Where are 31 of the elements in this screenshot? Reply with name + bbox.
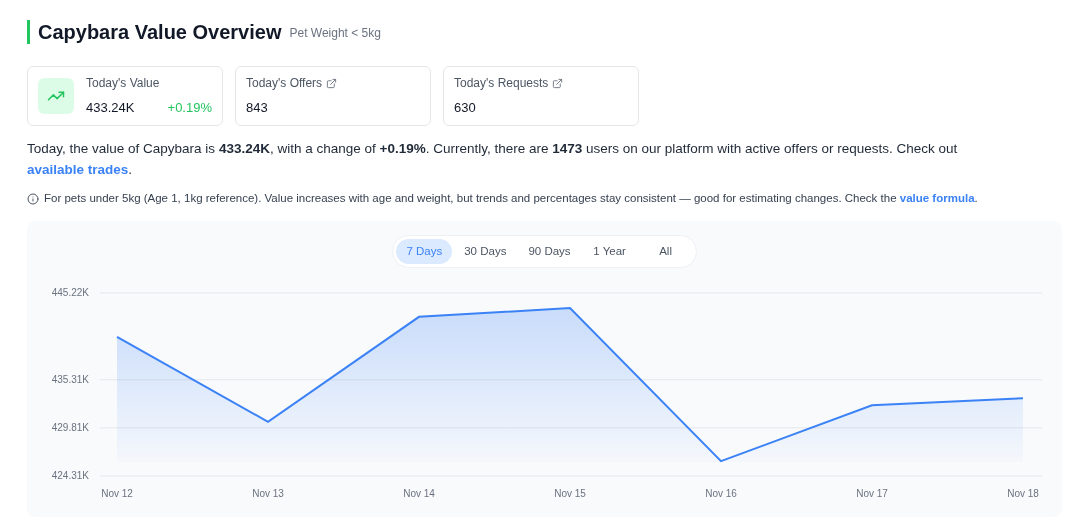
x-axis-label: Nov 18 — [1007, 488, 1039, 500]
x-axis-label: Nov 17 — [856, 488, 888, 500]
stat-label: Today's Value — [86, 75, 160, 93]
info-icon — [27, 192, 39, 205]
stat-value: 433.24K — [86, 99, 135, 118]
x-axis-label: Nov 13 — [252, 488, 284, 500]
note-text: For pets under 5kg (Age 1, 1kg reference). Value increases with age and weight, but trends and percentages stay consistent — good for estimating changes. Check the value formula. — [44, 191, 978, 206]
stat-value: 630 — [454, 99, 476, 118]
x-axis-label: Nov 15 — [554, 488, 586, 500]
y-axis-label: 435.31K — [51, 374, 89, 385]
x-axis-label: Nov 16 — [705, 488, 737, 500]
y-axis-label: 445.22K — [51, 287, 89, 299]
page-title: Capybara Value Overview — [38, 20, 282, 45]
range-tab[interactable]: 1 Year — [582, 239, 637, 265]
y-axis-label: 429.81K — [51, 422, 89, 434]
trend-up-icon — [38, 78, 74, 114]
x-axis-label: Nov 12 — [101, 488, 133, 500]
range-tab[interactable]: All — [638, 239, 693, 265]
x-axis-label: Nov 14 — [403, 488, 435, 500]
stat-label: Today's Requests — [454, 75, 549, 93]
summary-text: Today, the value of Capybara is 433.24K, with a change of +0.19%. Currently, there are 1473 users on our platform with active offers or requests. Check out available trades. — [27, 140, 959, 179]
y-axis-label: 424.31K — [51, 470, 89, 482]
external-link-icon[interactable] — [326, 77, 338, 89]
stat-value: 843 — [246, 99, 268, 118]
stat-label: Today's Offers — [246, 75, 323, 93]
value-formula-link[interactable]: value formula — [899, 192, 975, 204]
range-tab[interactable]: 30 Days — [454, 239, 517, 265]
range-tab[interactable]: 90 Days — [518, 239, 581, 265]
page-subtitle: Pet Weight < 5kg — [289, 25, 381, 42]
external-link-icon[interactable] — [552, 77, 564, 89]
stat-change: +0.19% — [167, 99, 212, 118]
